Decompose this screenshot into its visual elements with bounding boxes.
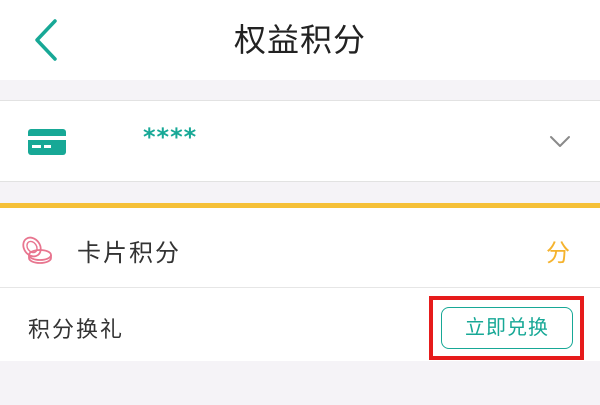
coins-icon <box>22 236 52 264</box>
credit-card-icon <box>28 129 66 155</box>
points-unit: 分 <box>546 239 570 267</box>
card-selector[interactable]: **** <box>0 100 600 182</box>
card-number: **** <box>143 123 198 151</box>
chevron-left-icon <box>35 19 57 61</box>
top-bar: 权益积分 <box>0 0 600 80</box>
card-points-row: 卡片积分 分 <box>0 208 600 288</box>
page-title: 权益积分 <box>233 21 366 59</box>
points-exchange-label: 积分换礼 <box>28 318 125 343</box>
back-button[interactable] <box>24 14 68 66</box>
chevron-down-icon <box>550 136 570 147</box>
points-exchange-row: 积分换礼 立即兑换 <box>0 288 600 361</box>
card-points-label: 卡片积分 <box>77 239 181 267</box>
redeem-now-button[interactable]: 立即兑换 <box>441 307 573 349</box>
points-panel: 卡片积分 分 积分换礼 立即兑换 <box>0 203 600 361</box>
